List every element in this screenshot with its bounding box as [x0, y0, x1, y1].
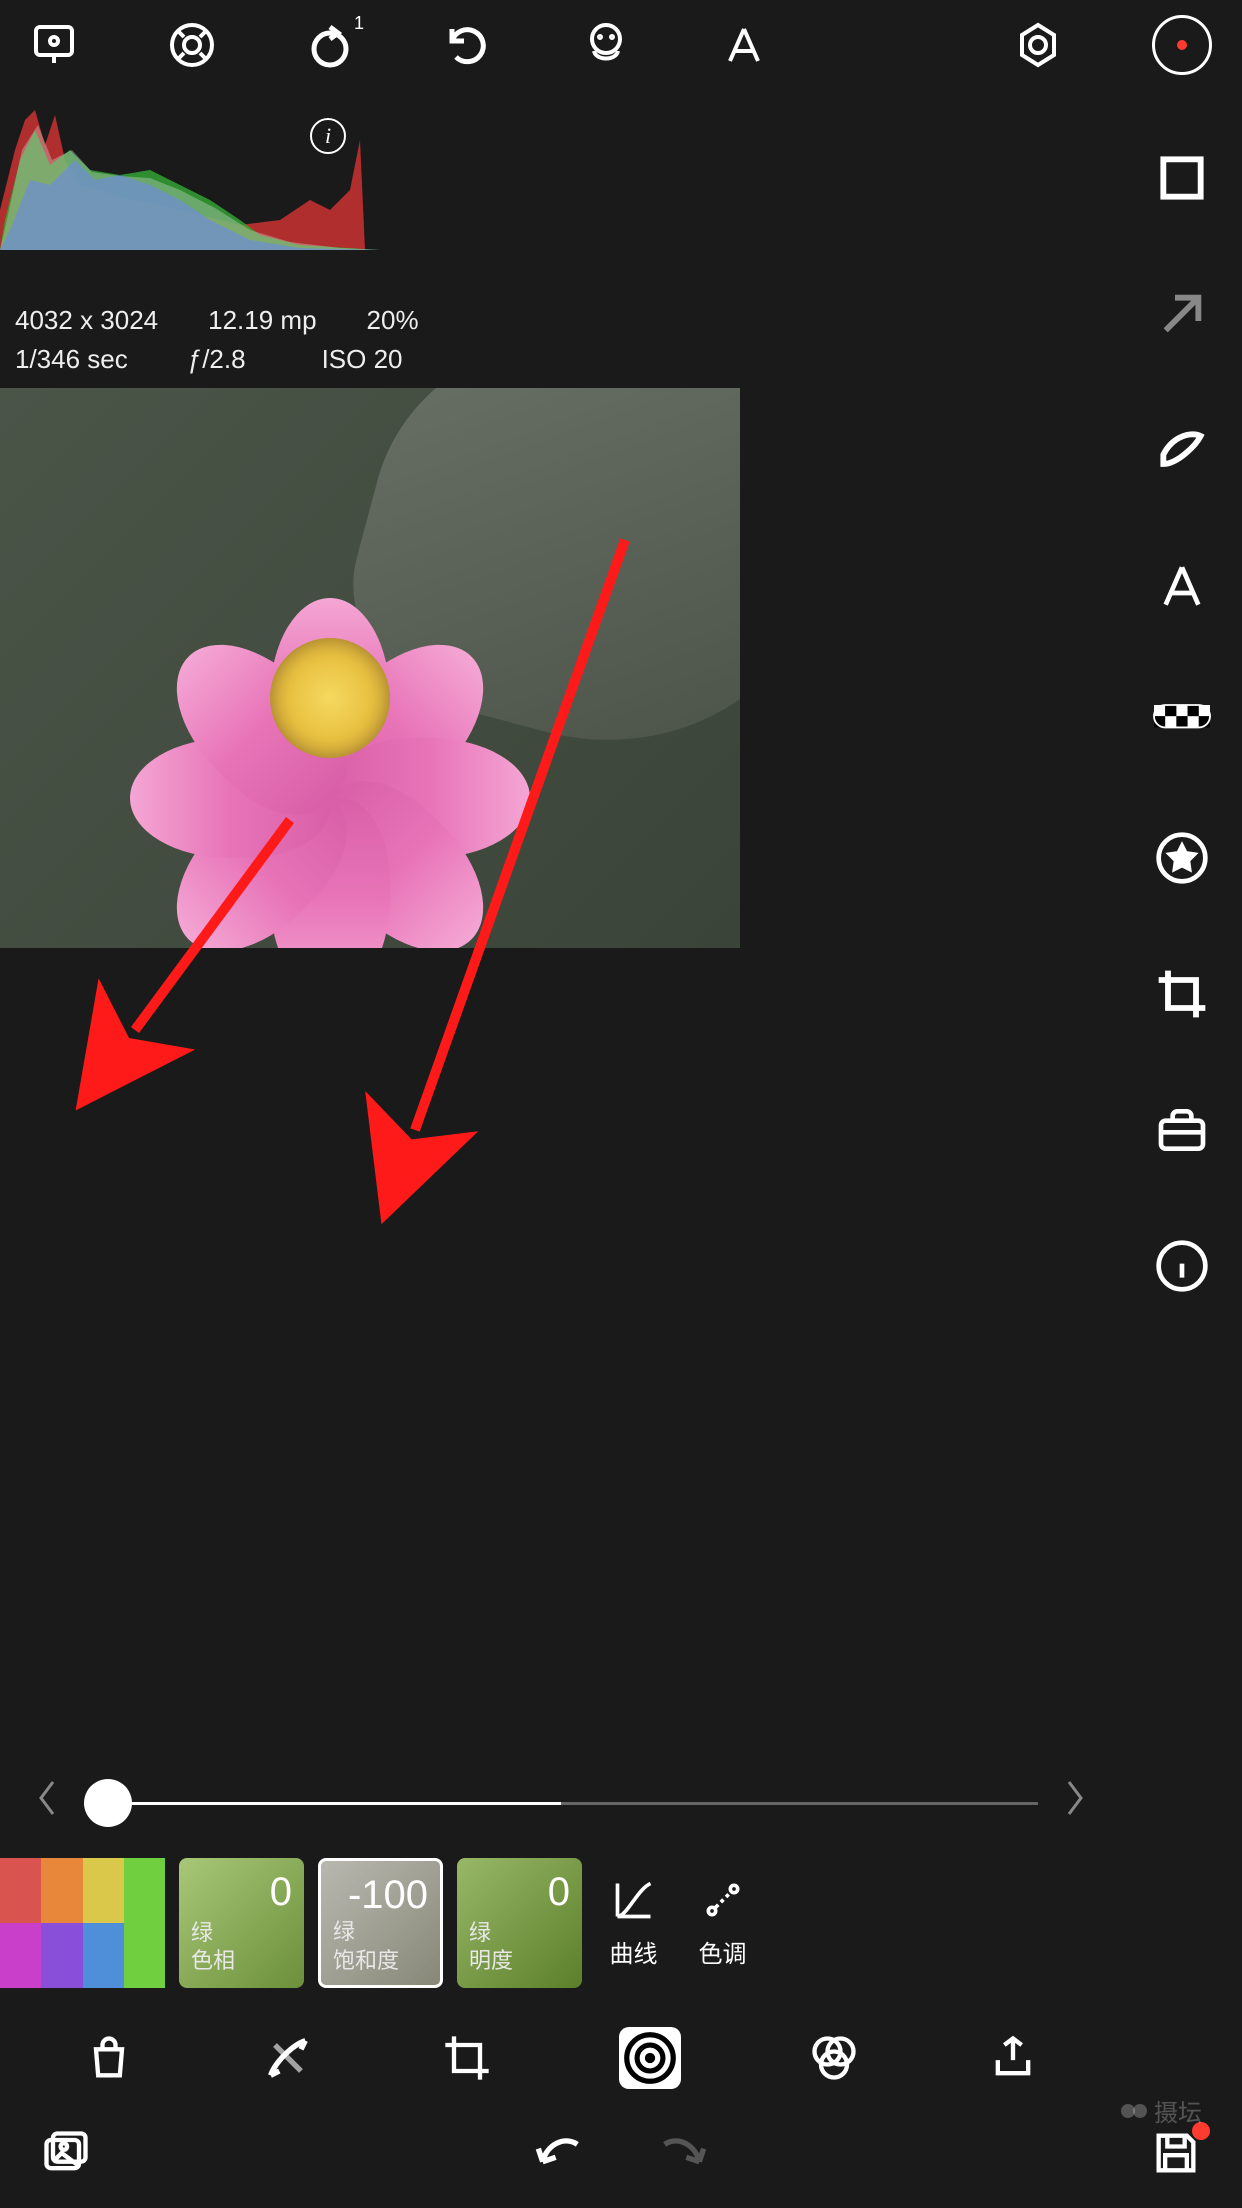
star-icon[interactable]: [1154, 830, 1210, 886]
meta-dimensions: 4032 x 3024: [15, 305, 158, 336]
share-icon[interactable]: [987, 2032, 1039, 2084]
adjust-tool-icon[interactable]: [619, 2027, 681, 2089]
bottom-tools: [0, 2018, 1122, 2098]
color-picker-grid[interactable]: [0, 1858, 165, 1988]
tone-button[interactable]: 色调: [685, 1878, 760, 1969]
brush-icon[interactable]: [262, 2032, 314, 2084]
undo-icon[interactable]: [444, 21, 492, 69]
slider-prev-icon[interactable]: [30, 1778, 64, 1828]
meta-aperture: ƒ/2.8: [188, 344, 246, 375]
crop-icon[interactable]: [1154, 966, 1210, 1022]
watermark: 摄坛: [1120, 2093, 1202, 2128]
histogram-area: i: [0, 90, 1122, 300]
tile-luminance-value: 0: [469, 1870, 570, 1915]
record-button[interactable]: [1152, 15, 1212, 75]
meta-iso: ISO 20: [322, 344, 403, 375]
right-sidebar: [1122, 90, 1242, 2098]
gallery-icon[interactable]: [40, 2127, 92, 2179]
tile-hue[interactable]: 0 绿 色相: [179, 1858, 304, 1988]
color-tool-icon[interactable]: [808, 2032, 860, 2084]
text-tool-icon[interactable]: [1154, 558, 1210, 614]
bag-icon[interactable]: [83, 2032, 135, 2084]
meta-megapixels: 12.19 mp: [208, 305, 316, 336]
text-icon[interactable]: [720, 21, 768, 69]
meta-zoom: 20%: [367, 305, 419, 336]
arrow-icon[interactable]: [1154, 286, 1210, 342]
info-icon-side[interactable]: [1154, 1238, 1210, 1294]
image-metadata: 4032 x 3024 12.19 mp 20% 1/346 sec ƒ/2.8…: [0, 300, 1122, 388]
rewind-badge: 1: [354, 13, 364, 34]
frame-icon[interactable]: [1154, 150, 1210, 206]
save-icon[interactable]: [1150, 2127, 1202, 2179]
export-icon[interactable]: [30, 21, 78, 69]
toolbox-icon[interactable]: [1154, 1102, 1210, 1158]
draw-icon[interactable]: [1154, 422, 1210, 478]
face-icon[interactable]: [582, 21, 630, 69]
histogram[interactable]: [0, 90, 380, 250]
settings-icon[interactable]: [1014, 21, 1062, 69]
meta-shutter: 1/346 sec: [15, 344, 128, 375]
slider-next-icon[interactable]: [1058, 1778, 1092, 1828]
photo-preview[interactable]: [0, 388, 740, 948]
back-icon[interactable]: [534, 2127, 586, 2179]
forward-icon[interactable]: [656, 2127, 708, 2179]
crop-tool-icon[interactable]: [441, 2032, 493, 2084]
bottom-navbar: [0, 2098, 1242, 2208]
info-icon[interactable]: i: [310, 118, 346, 154]
pattern-icon[interactable]: [1154, 694, 1210, 750]
tile-saturation[interactable]: -100 绿 饱和度: [318, 1858, 443, 1988]
slider-handle[interactable]: [84, 1779, 132, 1827]
help-icon[interactable]: [168, 21, 216, 69]
tile-luminance[interactable]: 0 绿 明度: [457, 1858, 582, 1988]
tile-saturation-value: -100: [333, 1873, 428, 1918]
rewind-icon[interactable]: 1: [306, 21, 354, 69]
color-adjust-tiles: 0 绿 色相 -100 绿 饱和度 0 绿: [0, 1858, 1122, 2018]
tile-hue-value: 0: [191, 1870, 292, 1915]
curves-button[interactable]: 曲线: [596, 1878, 671, 1969]
saturation-slider[interactable]: [84, 1802, 1038, 1805]
top-toolbar: 1: [0, 0, 1242, 90]
